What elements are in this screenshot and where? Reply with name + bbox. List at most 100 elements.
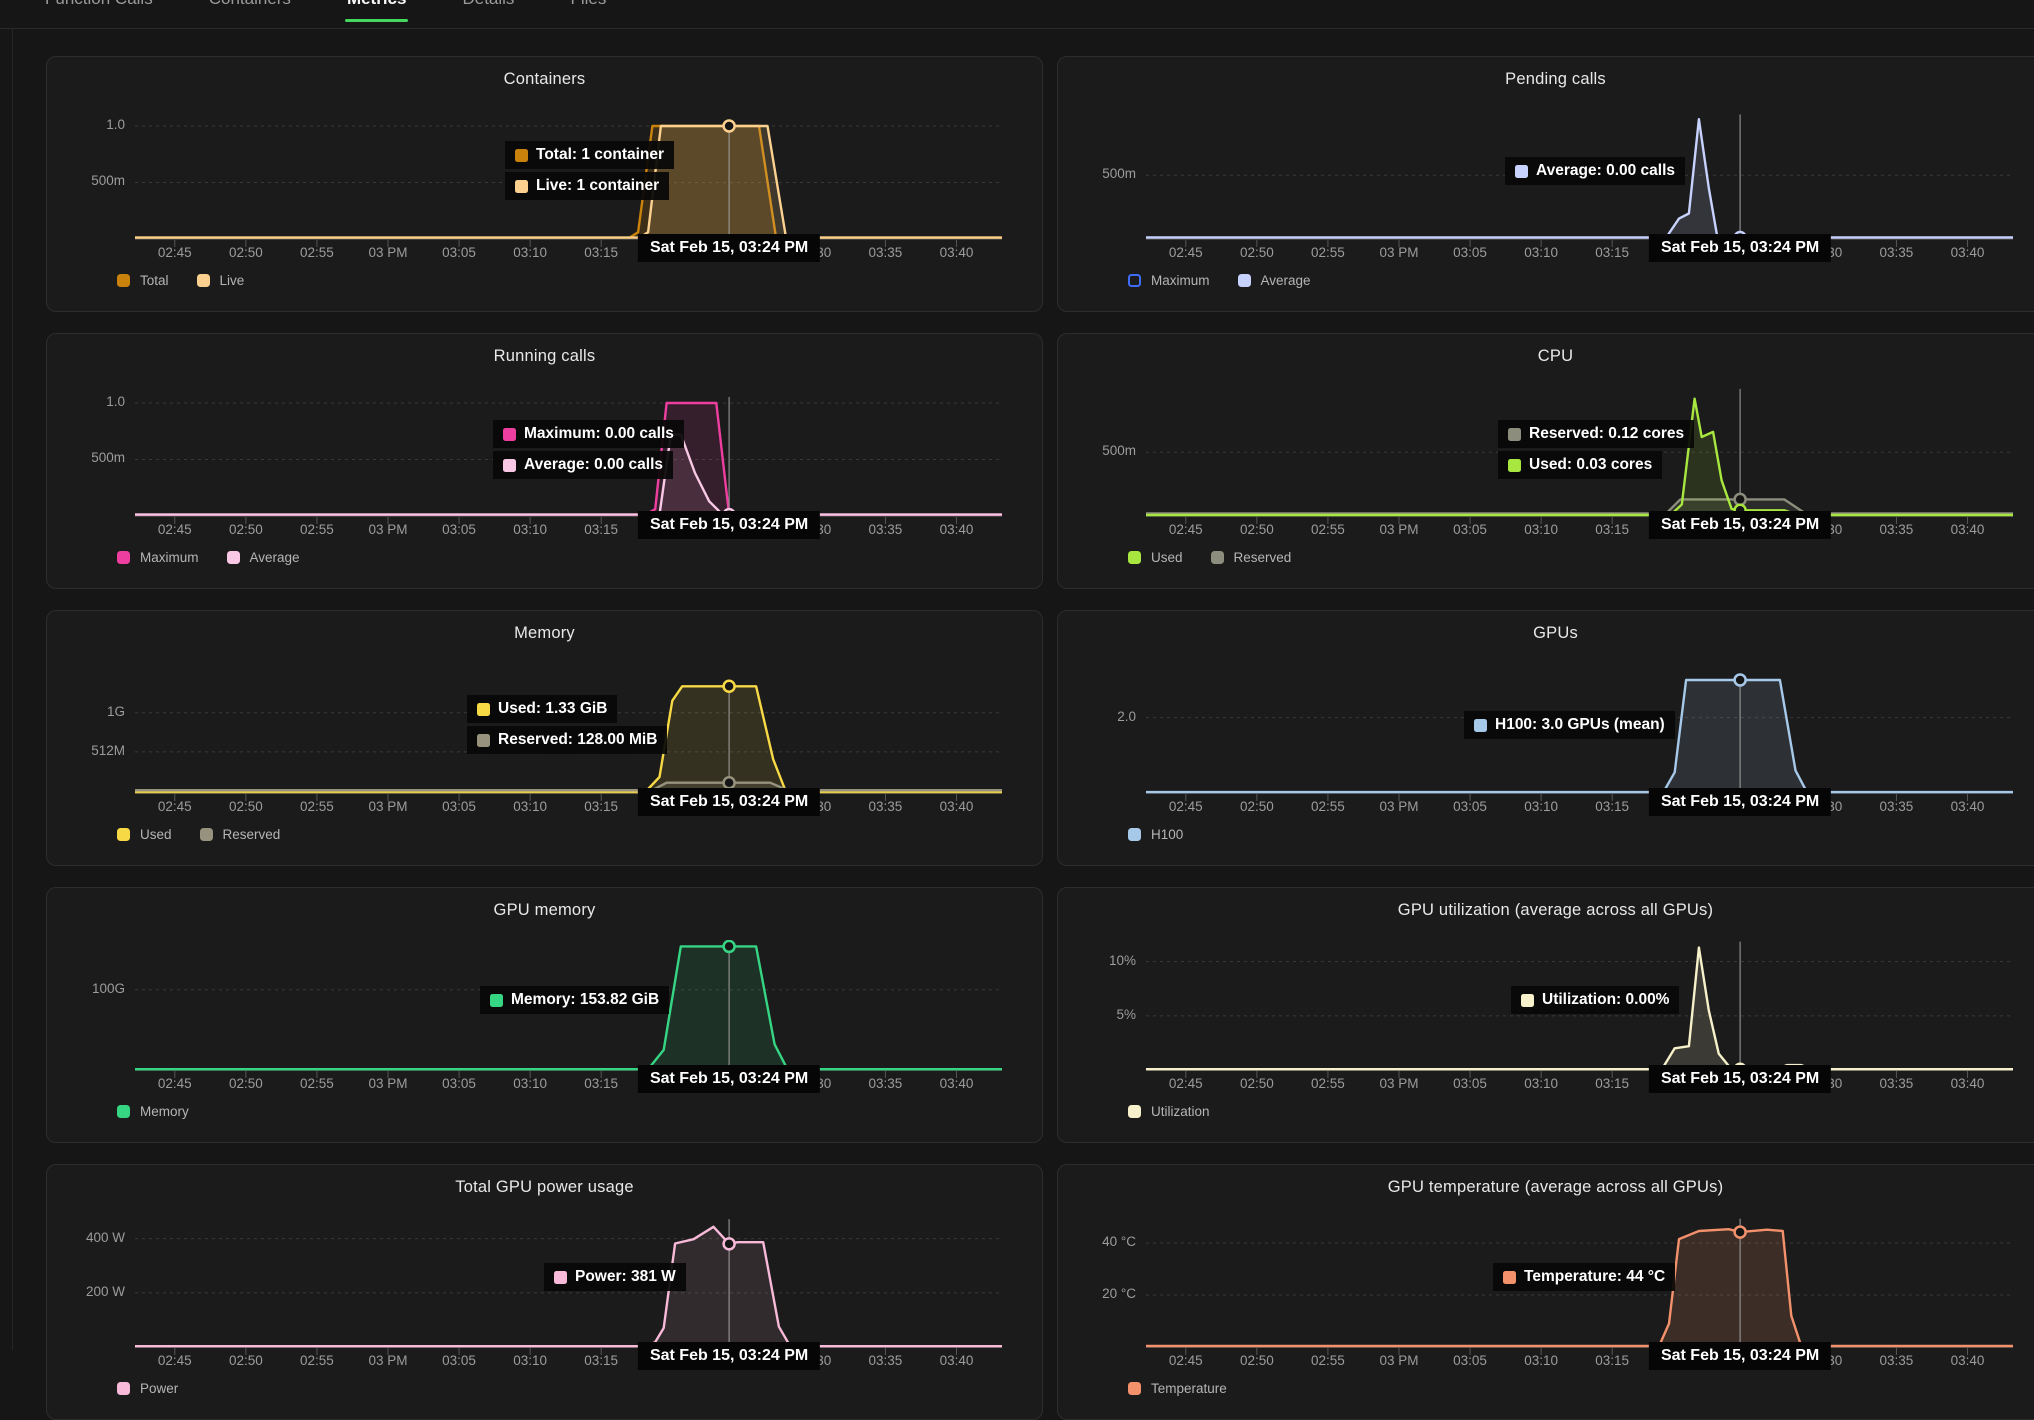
- x-axis-label: 03:15: [1572, 1353, 1652, 1368]
- hover-marker: [724, 941, 735, 952]
- legend-swatch: [1128, 1105, 1141, 1118]
- tooltip-series-swatch: [1508, 428, 1521, 441]
- legend-swatch: [117, 1105, 130, 1118]
- legend-swatch: [197, 274, 210, 287]
- legend-item-reserved[interactable]: Reserved: [1211, 550, 1292, 565]
- chart-legend: Used Reserved: [1128, 550, 1291, 565]
- tab-files[interactable]: Files: [568, 0, 608, 19]
- x-axis-label: 03:10: [490, 1353, 570, 1368]
- x-axis-label: 02:55: [277, 1076, 357, 1091]
- y-axis-label: 10%: [1064, 953, 1136, 968]
- time-tooltip: Sat Feb 15, 03:24 PM: [1649, 511, 1831, 539]
- tab-function-calls[interactable]: Function Calls: [43, 0, 155, 19]
- x-axis-label: 02:55: [277, 799, 357, 814]
- chart-tooltip: Temperature: 44 °C: [1493, 1263, 1675, 1294]
- tooltip-series-swatch: [503, 459, 516, 472]
- x-axis-label: 03:05: [419, 245, 499, 260]
- chart-legend: Utilization: [1128, 1104, 1210, 1119]
- tooltip-row: Maximum: 0.00 calls: [493, 420, 684, 448]
- tab-containers[interactable]: Containers: [207, 0, 293, 19]
- chart-panel-total-gpu-power-usage: Total GPU power usage Power: 381 W Sat F…: [46, 1164, 1043, 1420]
- y-axis-label: 512M: [53, 743, 125, 758]
- tooltip-text: Power: 381 W: [575, 1268, 676, 1286]
- legend-swatch: [117, 551, 130, 564]
- legend-item-h100[interactable]: H100: [1128, 827, 1183, 842]
- tab-details[interactable]: Details: [460, 0, 516, 19]
- x-axis-label: 03:05: [419, 1076, 499, 1091]
- hover-marker: [1735, 1227, 1746, 1238]
- y-axis-label: 100G: [53, 981, 125, 996]
- x-axis-label: 02:50: [206, 1076, 286, 1091]
- x-axis-label: 02:45: [1146, 522, 1226, 537]
- tooltip-series-swatch: [1474, 719, 1487, 732]
- tooltip-text: Live: 1 container: [536, 177, 659, 195]
- chart-legend: Maximum Average: [117, 550, 300, 565]
- legend-item-live[interactable]: Live: [197, 273, 245, 288]
- x-axis-label: 03:05: [1430, 1353, 1510, 1368]
- tooltip-series-swatch: [490, 994, 503, 1007]
- legend-swatch: [1128, 551, 1141, 564]
- x-axis-label: 02:50: [1217, 1076, 1297, 1091]
- x-axis-label: 03:40: [1928, 522, 2008, 537]
- x-axis-label: 03:10: [490, 522, 570, 537]
- chart-panel-gpu-temperature-average-across-all-gpus: GPU temperature (average across all GPUs…: [1057, 1164, 2034, 1420]
- legend-item-temperature[interactable]: Temperature: [1128, 1381, 1227, 1396]
- chart-panel-gpus: GPUs H100: 3.0 GPUs (mean) Sat Feb 15, 0…: [1057, 610, 2034, 866]
- x-axis-label: 03 PM: [1359, 1076, 1439, 1091]
- legend-item-used[interactable]: Used: [1128, 550, 1183, 565]
- x-axis-label: 02:50: [206, 245, 286, 260]
- x-axis-label: 03 PM: [1359, 799, 1439, 814]
- chart-legend: Power: [117, 1381, 178, 1396]
- tooltip-text: Used: 1.33 GiB: [498, 700, 607, 718]
- tooltip-text: Memory: 153.82 GiB: [511, 991, 659, 1009]
- x-axis-label: 03:40: [917, 522, 997, 537]
- tab-metrics[interactable]: Metrics: [345, 0, 409, 19]
- hover-marker: [724, 777, 735, 788]
- tab-label: Metrics: [347, 0, 407, 8]
- legend-item-used[interactable]: Used: [117, 827, 172, 842]
- legend-item-average[interactable]: Average: [1238, 273, 1311, 288]
- chart-title: GPUs: [1058, 624, 2034, 643]
- chart-title: GPU memory: [47, 901, 1042, 920]
- y-axis-label: 1.0: [53, 117, 125, 132]
- tooltip-series-swatch: [503, 428, 516, 441]
- y-axis-label: 200 W: [53, 1284, 125, 1299]
- x-axis-label: 03:15: [1572, 245, 1652, 260]
- x-axis-label: 03:05: [1430, 245, 1510, 260]
- tooltip-text: Average: 0.00 calls: [1536, 162, 1675, 180]
- legend-swatch: [117, 274, 130, 287]
- legend-label: Power: [140, 1381, 178, 1396]
- x-axis-label: 02:50: [1217, 1353, 1297, 1368]
- legend-label: Utilization: [1151, 1104, 1210, 1119]
- x-axis-label: 03:05: [1430, 1076, 1510, 1091]
- x-axis-label: 02:50: [206, 522, 286, 537]
- legend-item-maximum[interactable]: Maximum: [117, 550, 199, 565]
- tooltip-series-swatch: [477, 734, 490, 747]
- x-axis-label: 03:10: [1501, 799, 1581, 814]
- tooltip-series-swatch: [515, 180, 528, 193]
- x-axis-label: 03:10: [490, 799, 570, 814]
- legend-item-average[interactable]: Average: [227, 550, 300, 565]
- tooltip-row: Memory: 153.82 GiB: [480, 986, 669, 1014]
- legend-item-reserved[interactable]: Reserved: [200, 827, 281, 842]
- x-axis-label: 02:50: [1217, 799, 1297, 814]
- tooltip-row: Power: 381 W: [544, 1263, 686, 1291]
- x-axis-label: 02:55: [1288, 1076, 1368, 1091]
- legend-item-power[interactable]: Power: [117, 1381, 178, 1396]
- tooltip-row: Total: 1 container: [505, 141, 674, 169]
- tooltip-text: Used: 0.03 cores: [1529, 456, 1652, 474]
- x-axis-label: 03:35: [1856, 245, 1936, 260]
- legend-item-memory[interactable]: Memory: [117, 1104, 189, 1119]
- tooltip-series-swatch: [1515, 165, 1528, 178]
- tab-label: Containers: [209, 0, 291, 8]
- active-tab-underline: [345, 19, 409, 22]
- legend-item-utilization[interactable]: Utilization: [1128, 1104, 1210, 1119]
- x-axis-label: 03:35: [845, 1353, 925, 1368]
- x-axis-label: 03:40: [1928, 1353, 2008, 1368]
- legend-item-maximum[interactable]: Maximum: [1128, 273, 1210, 288]
- x-axis-label: 03 PM: [348, 799, 428, 814]
- time-tooltip: Sat Feb 15, 03:24 PM: [1649, 234, 1831, 262]
- tooltip-series-swatch: [477, 703, 490, 716]
- legend-item-total[interactable]: Total: [117, 273, 169, 288]
- tooltip-text: Average: 0.00 calls: [524, 456, 663, 474]
